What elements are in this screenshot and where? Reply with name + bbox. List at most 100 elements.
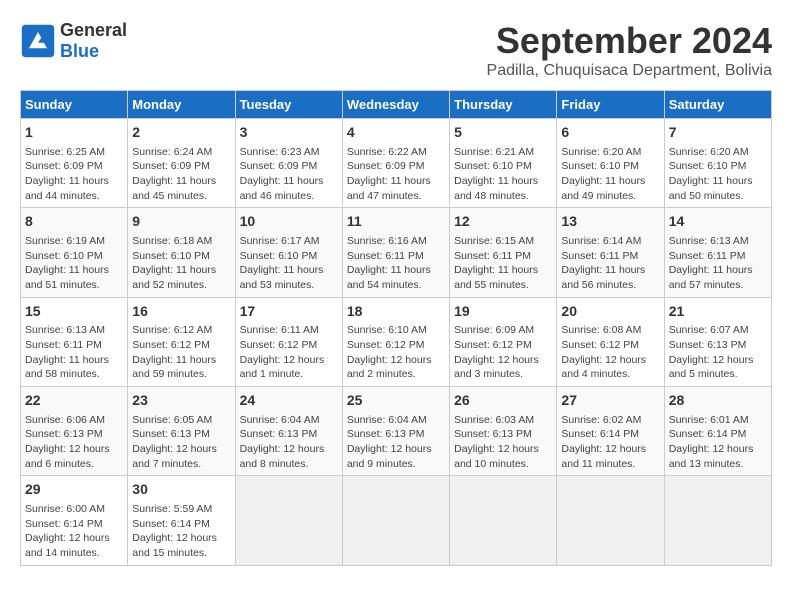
day-number: 26 bbox=[454, 391, 552, 411]
header-saturday: Saturday bbox=[664, 91, 771, 119]
day-number: 1 bbox=[25, 123, 123, 143]
header-friday: Friday bbox=[557, 91, 664, 119]
logo-text: General Blue bbox=[60, 20, 127, 62]
day-number: 23 bbox=[132, 391, 230, 411]
day-number: 9 bbox=[132, 212, 230, 232]
day-number: 7 bbox=[669, 123, 767, 143]
calendar-cell: 15Sunrise: 6:13 AMSunset: 6:11 PMDayligh… bbox=[21, 297, 128, 386]
day-number: 2 bbox=[132, 123, 230, 143]
logo-icon bbox=[20, 23, 56, 59]
day-info: Sunrise: 6:04 AMSunset: 6:13 PMDaylight:… bbox=[240, 413, 338, 472]
header-tuesday: Tuesday bbox=[235, 91, 342, 119]
calendar-cell: 17Sunrise: 6:11 AMSunset: 6:12 PMDayligh… bbox=[235, 297, 342, 386]
calendar-week-3: 15Sunrise: 6:13 AMSunset: 6:11 PMDayligh… bbox=[21, 297, 772, 386]
day-number: 14 bbox=[669, 212, 767, 232]
calendar-week-5: 29Sunrise: 6:00 AMSunset: 6:14 PMDayligh… bbox=[21, 476, 772, 565]
calendar-cell bbox=[235, 476, 342, 565]
calendar-cell: 28Sunrise: 6:01 AMSunset: 6:14 PMDayligh… bbox=[664, 387, 771, 476]
calendar-cell: 19Sunrise: 6:09 AMSunset: 6:12 PMDayligh… bbox=[450, 297, 557, 386]
day-info: Sunrise: 6:21 AMSunset: 6:10 PMDaylight:… bbox=[454, 145, 552, 204]
calendar-cell bbox=[557, 476, 664, 565]
calendar-cell: 5Sunrise: 6:21 AMSunset: 6:10 PMDaylight… bbox=[450, 119, 557, 208]
main-title: September 2024 bbox=[487, 20, 772, 62]
day-info: Sunrise: 6:10 AMSunset: 6:12 PMDaylight:… bbox=[347, 323, 445, 382]
day-number: 22 bbox=[25, 391, 123, 411]
day-info: Sunrise: 6:23 AMSunset: 6:09 PMDaylight:… bbox=[240, 145, 338, 204]
header-wednesday: Wednesday bbox=[342, 91, 449, 119]
calendar-week-1: 1Sunrise: 6:25 AMSunset: 6:09 PMDaylight… bbox=[21, 119, 772, 208]
calendar-cell: 3Sunrise: 6:23 AMSunset: 6:09 PMDaylight… bbox=[235, 119, 342, 208]
calendar-week-2: 8Sunrise: 6:19 AMSunset: 6:10 PMDaylight… bbox=[21, 208, 772, 297]
day-info: Sunrise: 6:17 AMSunset: 6:10 PMDaylight:… bbox=[240, 234, 338, 293]
calendar-cell: 1Sunrise: 6:25 AMSunset: 6:09 PMDaylight… bbox=[21, 119, 128, 208]
day-number: 21 bbox=[669, 302, 767, 322]
day-number: 5 bbox=[454, 123, 552, 143]
day-number: 12 bbox=[454, 212, 552, 232]
calendar-cell: 6Sunrise: 6:20 AMSunset: 6:10 PMDaylight… bbox=[557, 119, 664, 208]
calendar-cell: 4Sunrise: 6:22 AMSunset: 6:09 PMDaylight… bbox=[342, 119, 449, 208]
day-info: Sunrise: 6:24 AMSunset: 6:09 PMDaylight:… bbox=[132, 145, 230, 204]
header-thursday: Thursday bbox=[450, 91, 557, 119]
calendar-week-4: 22Sunrise: 6:06 AMSunset: 6:13 PMDayligh… bbox=[21, 387, 772, 476]
calendar-cell: 11Sunrise: 6:16 AMSunset: 6:11 PMDayligh… bbox=[342, 208, 449, 297]
day-number: 16 bbox=[132, 302, 230, 322]
calendar-cell: 30Sunrise: 5:59 AMSunset: 6:14 PMDayligh… bbox=[128, 476, 235, 565]
calendar-header-row: SundayMondayTuesdayWednesdayThursdayFrid… bbox=[21, 91, 772, 119]
day-number: 17 bbox=[240, 302, 338, 322]
subtitle: Padilla, Chuquisaca Department, Bolivia bbox=[487, 62, 772, 80]
day-info: Sunrise: 6:11 AMSunset: 6:12 PMDaylight:… bbox=[240, 323, 338, 382]
calendar-cell bbox=[664, 476, 771, 565]
calendar-cell: 14Sunrise: 6:13 AMSunset: 6:11 PMDayligh… bbox=[664, 208, 771, 297]
day-number: 28 bbox=[669, 391, 767, 411]
day-info: Sunrise: 6:04 AMSunset: 6:13 PMDaylight:… bbox=[347, 413, 445, 472]
day-info: Sunrise: 6:15 AMSunset: 6:11 PMDaylight:… bbox=[454, 234, 552, 293]
calendar-cell: 7Sunrise: 6:20 AMSunset: 6:10 PMDaylight… bbox=[664, 119, 771, 208]
day-number: 11 bbox=[347, 212, 445, 232]
calendar-cell: 29Sunrise: 6:00 AMSunset: 6:14 PMDayligh… bbox=[21, 476, 128, 565]
day-number: 13 bbox=[561, 212, 659, 232]
day-info: Sunrise: 6:14 AMSunset: 6:11 PMDaylight:… bbox=[561, 234, 659, 293]
calendar-cell: 27Sunrise: 6:02 AMSunset: 6:14 PMDayligh… bbox=[557, 387, 664, 476]
day-info: Sunrise: 6:20 AMSunset: 6:10 PMDaylight:… bbox=[561, 145, 659, 204]
day-info: Sunrise: 6:08 AMSunset: 6:12 PMDaylight:… bbox=[561, 323, 659, 382]
day-number: 15 bbox=[25, 302, 123, 322]
day-info: Sunrise: 6:12 AMSunset: 6:12 PMDaylight:… bbox=[132, 323, 230, 382]
calendar-cell: 25Sunrise: 6:04 AMSunset: 6:13 PMDayligh… bbox=[342, 387, 449, 476]
day-info: Sunrise: 6:03 AMSunset: 6:13 PMDaylight:… bbox=[454, 413, 552, 472]
day-info: Sunrise: 6:13 AMSunset: 6:11 PMDaylight:… bbox=[25, 323, 123, 382]
logo: General Blue bbox=[20, 20, 127, 62]
day-number: 3 bbox=[240, 123, 338, 143]
calendar-cell: 13Sunrise: 6:14 AMSunset: 6:11 PMDayligh… bbox=[557, 208, 664, 297]
calendar-cell: 10Sunrise: 6:17 AMSunset: 6:10 PMDayligh… bbox=[235, 208, 342, 297]
day-info: Sunrise: 6:06 AMSunset: 6:13 PMDaylight:… bbox=[25, 413, 123, 472]
calendar-cell: 24Sunrise: 6:04 AMSunset: 6:13 PMDayligh… bbox=[235, 387, 342, 476]
calendar-cell: 21Sunrise: 6:07 AMSunset: 6:13 PMDayligh… bbox=[664, 297, 771, 386]
calendar-cell: 18Sunrise: 6:10 AMSunset: 6:12 PMDayligh… bbox=[342, 297, 449, 386]
calendar-cell: 23Sunrise: 6:05 AMSunset: 6:13 PMDayligh… bbox=[128, 387, 235, 476]
day-number: 27 bbox=[561, 391, 659, 411]
day-number: 18 bbox=[347, 302, 445, 322]
day-info: Sunrise: 6:20 AMSunset: 6:10 PMDaylight:… bbox=[669, 145, 767, 204]
day-info: Sunrise: 6:02 AMSunset: 6:14 PMDaylight:… bbox=[561, 413, 659, 472]
day-number: 30 bbox=[132, 480, 230, 500]
day-number: 6 bbox=[561, 123, 659, 143]
calendar-cell: 12Sunrise: 6:15 AMSunset: 6:11 PMDayligh… bbox=[450, 208, 557, 297]
header-sunday: Sunday bbox=[21, 91, 128, 119]
calendar-cell bbox=[342, 476, 449, 565]
day-info: Sunrise: 6:18 AMSunset: 6:10 PMDaylight:… bbox=[132, 234, 230, 293]
day-info: Sunrise: 6:09 AMSunset: 6:12 PMDaylight:… bbox=[454, 323, 552, 382]
day-info: Sunrise: 6:22 AMSunset: 6:09 PMDaylight:… bbox=[347, 145, 445, 204]
day-info: Sunrise: 6:05 AMSunset: 6:13 PMDaylight:… bbox=[132, 413, 230, 472]
day-info: Sunrise: 5:59 AMSunset: 6:14 PMDaylight:… bbox=[132, 502, 230, 561]
day-info: Sunrise: 6:19 AMSunset: 6:10 PMDaylight:… bbox=[25, 234, 123, 293]
day-number: 24 bbox=[240, 391, 338, 411]
title-area: September 2024 Padilla, Chuquisaca Depar… bbox=[487, 20, 772, 80]
day-number: 10 bbox=[240, 212, 338, 232]
day-number: 4 bbox=[347, 123, 445, 143]
day-info: Sunrise: 6:00 AMSunset: 6:14 PMDaylight:… bbox=[25, 502, 123, 561]
day-number: 8 bbox=[25, 212, 123, 232]
day-info: Sunrise: 6:07 AMSunset: 6:13 PMDaylight:… bbox=[669, 323, 767, 382]
calendar-cell: 8Sunrise: 6:19 AMSunset: 6:10 PMDaylight… bbox=[21, 208, 128, 297]
calendar-table: SundayMondayTuesdayWednesdayThursdayFrid… bbox=[20, 90, 772, 566]
day-number: 20 bbox=[561, 302, 659, 322]
